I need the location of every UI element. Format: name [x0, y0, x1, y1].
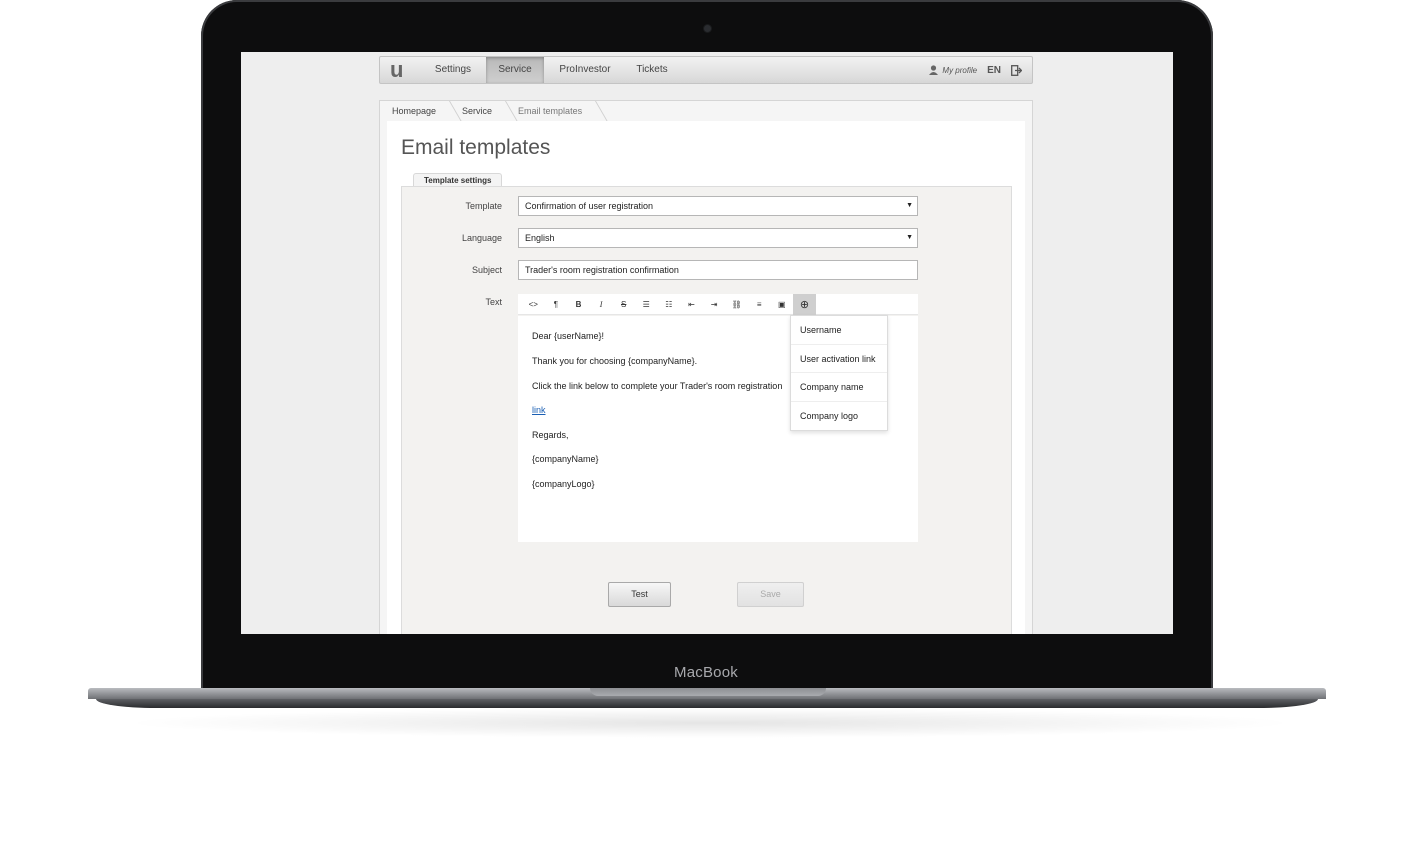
save-button[interactable]: Save [737, 582, 804, 607]
html-icon[interactable]: <> [522, 294, 545, 315]
user-icon [929, 65, 939, 75]
camera-icon [704, 25, 711, 32]
dropdown-item-company-logo[interactable]: Company logo [791, 402, 887, 431]
editor-line: {companyLogo} [532, 479, 595, 489]
insert-variable-icon[interactable]: ⊕ [793, 293, 816, 315]
link-icon[interactable]: ⛓ [725, 294, 748, 315]
nav-item-settings[interactable]: Settings [422, 57, 484, 83]
logout-icon[interactable] [1011, 64, 1022, 76]
template-label: Template [465, 201, 502, 211]
breadcrumb-service[interactable]: Service [450, 101, 506, 121]
screen: u Settings Service ProInvestor Tickets M… [241, 52, 1173, 634]
my-profile-label: My profile [942, 65, 978, 75]
caret-down-icon: ▼ [906, 202, 913, 209]
content: Homepage Service Email templates Email t… [379, 100, 1033, 634]
editor-line: Dear {userName}! [532, 331, 605, 341]
unordered-list-icon[interactable]: ☰ [635, 294, 658, 315]
dropdown-item-user-activation-link[interactable]: User activation link [791, 345, 887, 374]
align-icon[interactable]: ≡ [748, 294, 771, 315]
image-icon[interactable]: ▣ [771, 294, 794, 315]
nav-item-proinvestor[interactable]: ProInvestor [550, 57, 620, 83]
bold-icon[interactable]: B [567, 294, 590, 315]
editor-line: Thank you for choosing {companyName}. [532, 356, 698, 366]
subject-input-value: Trader's room registration confirmation [525, 265, 679, 275]
language-select[interactable]: English ▼ [518, 228, 918, 248]
language-label: Language [461, 233, 502, 243]
dropdown-item-username[interactable]: Username [791, 316, 887, 345]
laptop-base-lip [96, 699, 1318, 708]
editor-line: {companyName} [532, 454, 599, 464]
tab-template-settings[interactable]: Template settings [413, 173, 503, 187]
ordered-list-icon[interactable]: ☷ [658, 294, 681, 315]
top-nav: u Settings Service ProInvestor Tickets M… [379, 56, 1033, 84]
language-switch[interactable]: EN [987, 65, 1001, 76]
text-label: Text [485, 297, 502, 307]
dropdown-item-company-name[interactable]: Company name [791, 373, 887, 402]
nav-right: My profile EN [929, 57, 1022, 83]
breadcrumb: Homepage Service Email templates [380, 101, 596, 121]
stage: MacBook u Settings Service ProInvestor T… [0, 0, 1426, 861]
outdent-icon[interactable]: ⇤ [680, 294, 703, 315]
template-settings-panel: Template Confirmation of user registrati… [401, 186, 1012, 634]
activation-link[interactable]: link [532, 405, 546, 415]
editor-line: Regards, [532, 430, 569, 440]
device-label: MacBook [674, 664, 738, 681]
app: u Settings Service ProInvestor Tickets M… [379, 56, 1033, 634]
subject-input[interactable]: Trader's room registration confirmation [518, 260, 918, 280]
indent-icon[interactable]: ⇥ [703, 294, 726, 315]
my-profile-link[interactable]: My profile [929, 65, 977, 75]
laptop-notch [590, 688, 826, 696]
laptop-shadow [120, 708, 1300, 738]
template-select-value: Confirmation of user registration [525, 201, 654, 211]
breadcrumb-email-templates: Email templates [506, 101, 596, 121]
template-select[interactable]: Confirmation of user registration ▼ [518, 196, 918, 216]
editor-line: Click the link below to complete your Tr… [532, 381, 783, 391]
logo[interactable]: u [390, 59, 408, 81]
editor-toolbar: <> ¶ B I S ☰ ☷ ⇤ ⇥ ⛓ ≡ ▣ ⊕ [518, 293, 918, 315]
paragraph-icon[interactable]: ¶ [545, 294, 568, 315]
breadcrumb-homepage[interactable]: Homepage [380, 101, 450, 121]
strikethrough-icon[interactable]: S [612, 294, 635, 315]
subject-label: Subject [471, 265, 502, 275]
test-button[interactable]: Test [608, 582, 671, 607]
language-select-value: English [525, 233, 555, 243]
italic-icon[interactable]: I [590, 294, 613, 315]
variable-dropdown: Username User activation link Company na… [790, 315, 888, 432]
nav-item-service[interactable]: Service [486, 57, 544, 83]
nav-item-tickets[interactable]: Tickets [624, 57, 680, 83]
caret-down-icon: ▼ [906, 234, 913, 241]
main-card: Email templates Template settings Templa… [387, 121, 1025, 634]
page-title: Email templates [401, 136, 551, 159]
